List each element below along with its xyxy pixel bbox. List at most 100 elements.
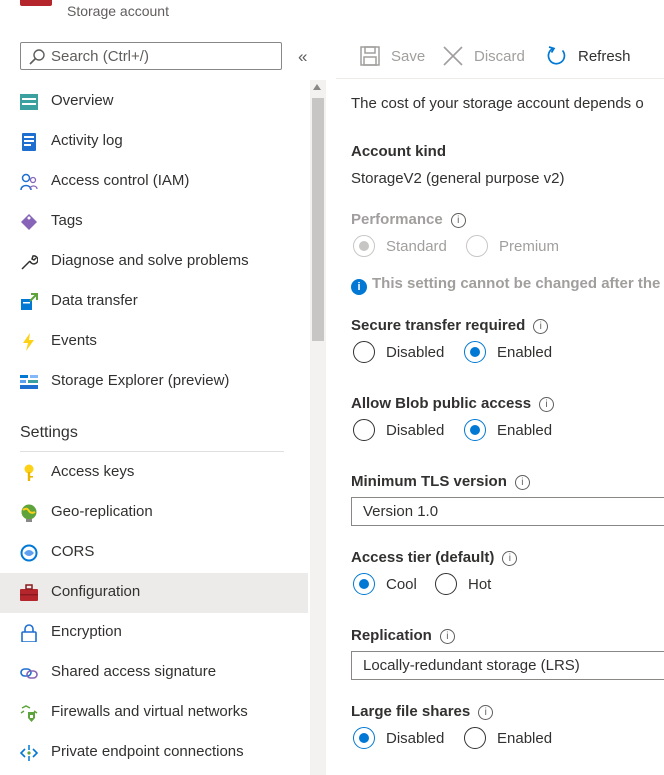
large-file-shares-label: Large file shares i [351,703,494,720]
access-tier-hot-label: Hot [468,576,492,593]
tag-icon [21,214,37,230]
refresh-icon [547,46,566,65]
blob-public-enabled-radio[interactable] [464,419,486,441]
save-label: Save [391,48,426,65]
sidebar-item-label: Encryption [51,623,122,640]
lightning-icon [23,333,34,351]
toolbox-icon [20,584,38,601]
blob-public-enabled-label: Enabled [497,422,553,439]
section-divider [20,451,284,452]
search-input[interactable]: Search (Ctrl+/) [20,42,282,70]
sidebar-item-label: CORS [51,543,95,560]
performance-standard-label: Standard [386,238,447,255]
sidebar-item-label: Diagnose and solve problems [51,252,249,269]
info-icon[interactable]: i [533,319,549,334]
large-file-shares-disabled-label: Disabled [386,730,445,747]
save-icon [360,46,380,66]
sidebar-item-activity-log[interactable]: Activity log [0,122,308,162]
scroll-up-arrow-icon[interactable] [313,84,321,90]
performance-premium-radio[interactable] [466,235,488,257]
sidebar-item-label: Overview [51,92,114,109]
globe-icon [21,504,37,522]
large-file-shares-disabled-radio[interactable] [353,727,375,749]
replication-dropdown[interactable]: Locally-redundant storage (LRS) [351,651,664,680]
secure-transfer-disabled-radio[interactable] [353,341,375,363]
data-transfer-icon [21,293,38,310]
cors-icon [20,544,38,562]
settings-section-title: Settings [20,424,78,441]
refresh-button[interactable]: Refresh [547,44,637,70]
firewall-icon [20,705,38,722]
refresh-label: Refresh [578,48,631,65]
performance-premium-label: Premium [499,238,560,255]
access-tier-hot-radio[interactable] [435,573,457,595]
performance-standard-radio[interactable] [353,235,375,257]
info-icon[interactable]: i [450,213,466,228]
sidebar-item-label: Storage Explorer (preview) [51,372,230,389]
info-icon[interactable]: i [514,475,530,490]
sidebar-item-overview[interactable]: Overview [0,82,308,122]
sidebar-item-configuration[interactable]: Configuration [0,573,308,613]
discard-label: Discard [474,48,525,65]
storage-explorer-icon [20,375,38,389]
secure-transfer-label: Secure transfer required i [351,317,549,334]
account-kind-label: Account kind [351,143,447,160]
close-icon [443,46,463,66]
sidebar-item-private-endpoint[interactable]: Private endpoint connections [0,733,308,773]
overview-icon [20,94,38,110]
info-filled-icon: i [351,279,367,295]
access-tier-cool-radio[interactable] [353,573,375,595]
collapse-menu-icon[interactable]: « [298,47,307,67]
large-file-shares-enabled-label: Enabled [497,730,553,747]
sidebar-item-diagnose[interactable]: Diagnose and solve problems [0,242,308,282]
sidebar-item-cors[interactable]: CORS [0,533,308,573]
storage-account-logo [20,0,52,6]
page-subtitle: Storage account [67,3,169,19]
info-icon[interactable]: i [502,551,518,566]
sidebar-item-label: Configuration [51,583,141,600]
sidebar-item-tags[interactable]: Tags [0,202,308,242]
sidebar-item-data-transfer[interactable]: Data transfer [0,282,308,322]
sidebar-item-access-keys[interactable]: Access keys [0,453,308,493]
wrench-icon [21,255,38,270]
cannot-change-notice: i This setting cannot be changed after th… [351,275,660,295]
link-icon [20,668,38,679]
sidebar-item-geo-replication[interactable]: Geo-replication [0,493,308,533]
large-file-shares-enabled-radio[interactable] [464,727,486,749]
sidebar-item-events[interactable]: Events [0,322,308,362]
tls-version-value: Version 1.0 [363,503,439,520]
sidebar-item-label: Tags [51,212,83,229]
access-tier-cool-label: Cool [386,576,417,593]
sidebar-item-encryption[interactable]: Encryption [0,613,308,653]
sidebar-item-label: Data transfer [51,292,138,309]
scrollbar-thumb[interactable] [312,98,324,341]
replication-value: Locally-redundant storage (LRS) [363,657,580,674]
secure-transfer-disabled-label: Disabled [386,344,445,361]
sidebar-item-firewalls[interactable]: Firewalls and virtual networks [0,693,308,733]
sidebar-item-shared-access-signature[interactable]: Shared access signature [0,653,308,693]
info-icon[interactable]: i [539,397,555,412]
sidebar-item-storage-explorer[interactable]: Storage Explorer (preview) [0,362,308,402]
secure-transfer-enabled-label: Enabled [497,344,553,361]
people-icon [20,173,38,191]
search-icon [29,49,45,65]
lock-icon [21,624,37,642]
endpoint-icon [20,745,38,761]
tls-version-dropdown[interactable]: Version 1.0 [351,497,664,526]
sidebar-item-label: Private endpoint connections [51,743,244,760]
activity-log-icon [22,133,36,151]
replication-label: Replication i [351,627,455,644]
search-placeholder: Search (Ctrl+/) [51,48,149,65]
save-button[interactable]: Save [360,44,430,70]
tls-version-label: Minimum TLS version i [351,473,530,490]
sidebar-item-access-control[interactable]: Access control (IAM) [0,162,308,202]
performance-label: Performance i [351,211,466,228]
blob-public-disabled-radio[interactable] [353,419,375,441]
secure-transfer-enabled-radio[interactable] [464,341,486,363]
blob-public-disabled-label: Disabled [386,422,445,439]
info-icon[interactable]: i [478,705,494,720]
info-icon[interactable]: i [439,629,455,644]
sidebar-item-label: Shared access signature [51,663,217,680]
discard-button[interactable]: Discard [443,44,533,70]
key-icon [24,464,34,481]
